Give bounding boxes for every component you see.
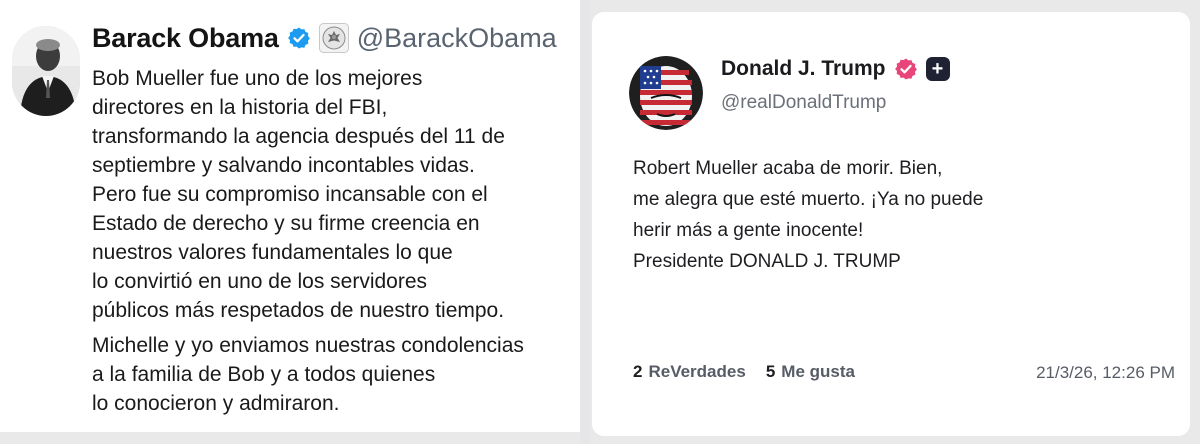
likes-stat[interactable]: 5 Me gusta	[766, 362, 855, 382]
text-line: Pero fue su compromiso incansable con el	[92, 183, 488, 206]
text-line: directores en la historia del FBI,	[92, 96, 388, 119]
text-line: Robert Mueller acaba de morir. Bien,	[633, 158, 943, 179]
panel-divider	[580, 0, 590, 444]
engagement-stats: 2 ReVerdades 5 Me gusta	[633, 362, 855, 382]
text-line: me alegra que esté muerto. ¡Ya no puede	[633, 189, 984, 210]
author-handle[interactable]: @BarackObama	[357, 23, 557, 54]
author-name[interactable]: Barack Obama	[92, 23, 279, 54]
verified-badge-icon	[287, 27, 310, 49]
post-paragraph-2: Michelle y yo enviamos nuestras condolen…	[92, 331, 578, 418]
reposts-stat[interactable]: 2 ReVerdades	[633, 362, 746, 382]
author-handle[interactable]: @realDonaldTrump	[721, 92, 886, 114]
presidential-seal-icon	[318, 23, 349, 53]
obama-post-text: Bob Mueller fue uno de los mejores direc…	[92, 64, 578, 418]
verified-badge-icon	[894, 58, 917, 80]
text-line: a la familia de Bob y a todos quienes	[92, 363, 436, 386]
text-line: herir más a gente inocente!	[633, 220, 864, 241]
trump-post-header: Donald J. Trump +	[721, 57, 950, 81]
reposts-count: 2	[633, 362, 643, 381]
text-line: nuestros valores fundamentales lo que	[92, 241, 453, 264]
post-paragraph-1: Bob Mueller fue uno de los mejores direc…	[92, 64, 578, 325]
text-line: transformando la agencia después del 11 …	[92, 125, 505, 148]
obama-avatar-image	[12, 26, 80, 116]
text-line: lo conocieron y admiraron.	[92, 392, 340, 415]
plus-badge-icon: +	[925, 57, 950, 81]
reposts-label: ReVerdades	[648, 362, 746, 381]
text-line: lo convirtió en uno de los servidores	[92, 270, 428, 293]
text-line: Michelle y yo enviamos nuestras condolen…	[92, 334, 524, 357]
text-line: septiembre y salvando incontables vidas.	[92, 154, 475, 177]
author-name[interactable]: Donald J. Trump	[721, 57, 886, 81]
obama-avatar[interactable]	[12, 26, 80, 116]
text-line: Estado de derecho y su firme creencia en	[92, 212, 480, 235]
likes-label: Me gusta	[781, 362, 855, 381]
obama-post-card: Barack Obama @BarackObama Bob Mueller fu…	[0, 0, 580, 432]
post-timestamp[interactable]: 21/3/26, 12:26 PM	[1036, 363, 1175, 383]
trump-post-text: Robert Mueller acaba de morir. Bien, me …	[633, 153, 1153, 277]
likes-count: 5	[765, 362, 776, 381]
flag-face-avatar-image	[629, 56, 703, 130]
text-line: públicos más respetados de nuestro tiemp…	[92, 299, 505, 322]
trump-post-card: Donald J. Trump + @realDonaldTrump Rober…	[592, 12, 1190, 436]
text-line: Bob Mueller fue uno de los mejores	[92, 67, 423, 90]
obama-post-header: Barack Obama @BarackObama	[92, 22, 557, 54]
trump-avatar[interactable]	[629, 56, 703, 130]
text-line: Presidente DONALD J. TRUMP	[633, 251, 901, 272]
